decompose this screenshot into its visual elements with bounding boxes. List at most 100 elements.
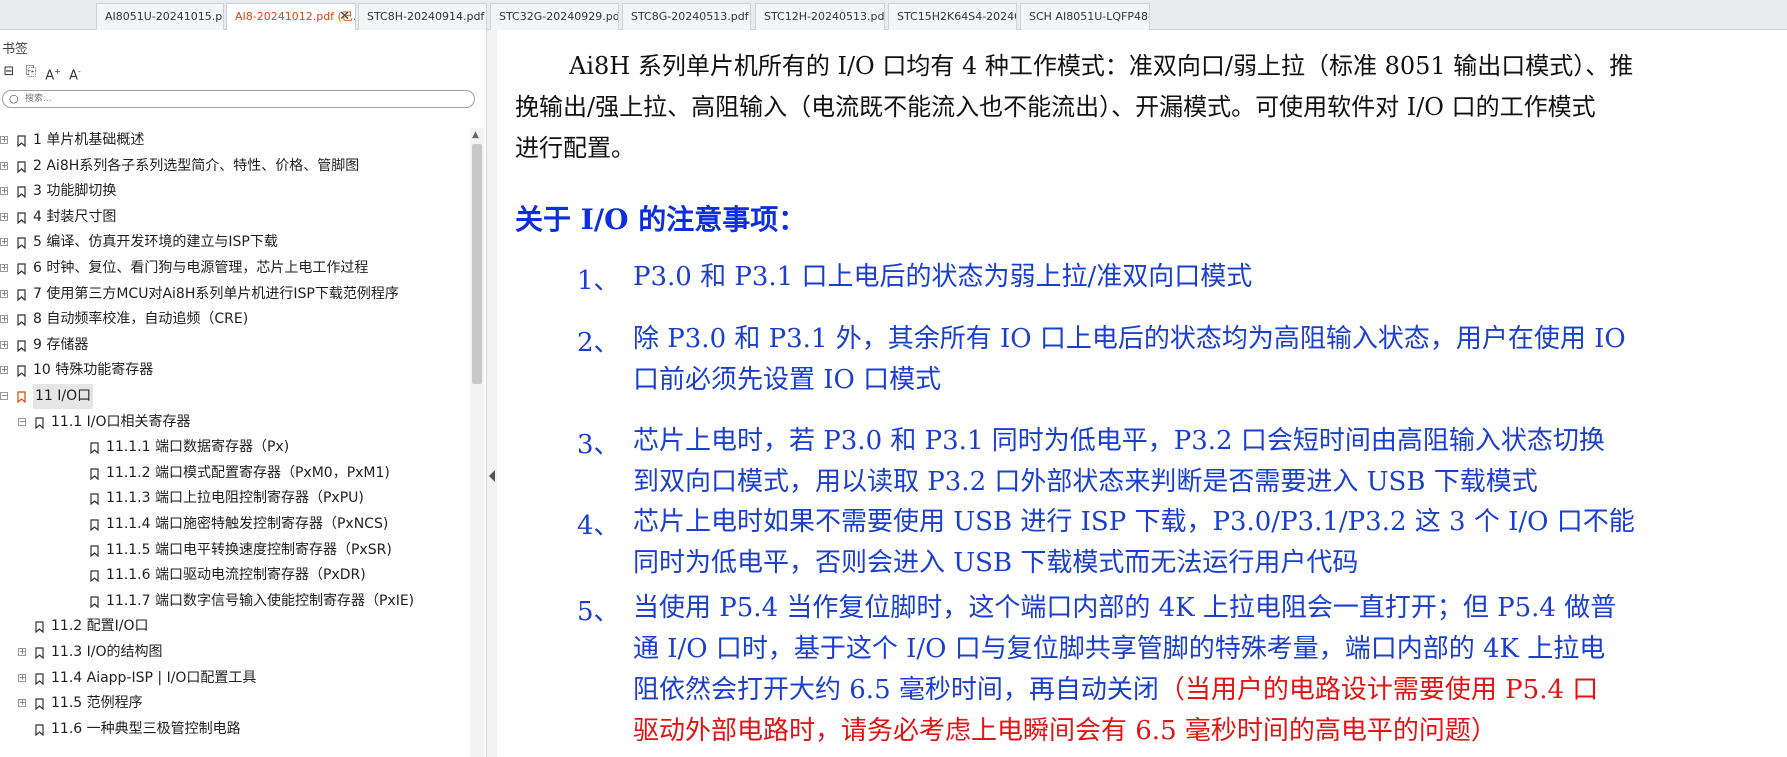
bookmark-icon [17, 391, 26, 403]
bookmark-label: 4 封装尺寸图 [33, 208, 117, 225]
item-5-line-3: 阻依然会打开大约 6.5 毫秒时间，再自动关闭（当用户的电路设计需要使用 P5.… [633, 670, 1783, 711]
expand-icon[interactable]: + [0, 289, 8, 298]
tab-stc8h[interactable]: STC8H-20240914.pdf (已... [358, 3, 487, 30]
item-5-line-2: 通 I/O 口时，基于这个 I/O 口与复位脚共享管脚的特殊考量，端口内部的 4… [633, 634, 1606, 664]
item-3-line-2: 到双向口模式，用以读取 P3.2 口外部状态来判断是否需要进入 USB 下载模式 [633, 467, 1538, 497]
bookmark-label: 11.4 Aiapp-ISP | I/O口配置工具 [51, 669, 257, 686]
tab-stc32g[interactable]: STC32G-20240929.pdf (... [490, 3, 619, 30]
bookmark-item[interactable]: +7 使用第三方MCU对Ai8H系列单片机进行ISP下载范例程序 [0, 282, 470, 307]
scroll-up-icon[interactable]: ▲ [472, 130, 479, 140]
bookmark-item[interactable]: +11.4 Aiapp-ISP | I/O口配置工具 [0, 666, 470, 691]
tab-stc15h[interactable]: STC15H2K64S4-20240514.... [888, 3, 1017, 30]
scrollbar[interactable]: ▲ [470, 128, 484, 757]
bookmark-icon [17, 237, 26, 250]
bookmark-label: 11 I/O口 [33, 384, 94, 409]
close-icon[interactable]: ✕ [339, 4, 350, 30]
intro-line-3: 进行配置。 [515, 134, 635, 162]
bookmark-label: 11.5 范例程序 [51, 695, 143, 712]
item-number: 5、 [577, 597, 620, 627]
bookmark-label: 11.1.6 端口驱动电流控制寄存器（PxDR) [106, 567, 366, 584]
tab-ai8-active[interactable]: AI8-20241012.pdf (已... ✕ [226, 3, 356, 31]
bookmark-item[interactable]: 11.1.1 端口数据寄存器（Px) [0, 435, 470, 460]
pdf-page: Ai8H 系列单片机所有的 I/O 口均有 4 种工作模式：准双向口/弱上拉（标… [497, 30, 1787, 757]
bookmark-item[interactable]: 11.1.6 端口驱动电流控制寄存器（PxDR) [0, 563, 470, 588]
bookmark-icon [17, 186, 26, 199]
bookmark-label: 11.6 一种典型三极管控制电路 [51, 720, 241, 737]
bookmark-icon [17, 263, 26, 275]
collapse-left-icon[interactable] [489, 470, 495, 482]
item-4-line-2: 同时为低电平，否则会进入 USB 下载模式而无法运行用户代码 [633, 548, 1359, 578]
bookmark-label: 11.1.2 端口模式配置寄存器（PxM0，PxM1) [106, 464, 390, 481]
search-icon: ○ [9, 92, 19, 105]
search-input[interactable] [25, 92, 465, 106]
intro-line-1: Ai8H 系列单片机所有的 I/O 口均有 4 种工作模式：准双向口/弱上拉（标… [569, 52, 1634, 80]
bookmark-icon [17, 212, 26, 224]
bookmark-item[interactable]: 11.1.2 端口模式配置寄存器（PxM0，PxM1) [0, 461, 470, 486]
expand-icon[interactable]: + [0, 161, 8, 170]
bookmark-item[interactable]: +5 编译、仿真开发环境的建立与ISP下载 [0, 230, 470, 255]
expand-icon[interactable]: + [0, 136, 8, 144]
bookmark-item[interactable]: +11.5 范例程序 [0, 691, 470, 716]
tab-label: STC8G-20240513.pdf (已... [631, 10, 750, 23]
bookmark-icon [90, 596, 99, 608]
bookmark-label: 11.1.1 端口数据寄存器（Px) [106, 439, 290, 456]
bookmark-icon [17, 365, 26, 378]
bookmark-search[interactable]: ○ [2, 90, 475, 108]
expand-icon[interactable]: + [18, 673, 26, 682]
expand-icon[interactable]: + [0, 264, 8, 272]
bookmark-item[interactable]: 11.1.3 端口上拉电阻控制寄存器（PxPU) [0, 486, 470, 511]
collapse-all-icon[interactable]: ⊟ [0, 63, 18, 81]
expand-icon[interactable]: + [18, 648, 26, 656]
expand-icon[interactable]: + [0, 187, 8, 196]
bookmark-label: 11.1.5 端口电平转换速度控制寄存器（PxSR) [106, 541, 392, 558]
tab-label: SCH AI8051U-LQFP48-89... [1029, 10, 1150, 23]
font-decrease-icon[interactable]: A- [66, 63, 84, 83]
bookmark-item[interactable]: − 11 I/O口 [0, 384, 470, 409]
bookmark-item[interactable]: +3 功能脚切换 [0, 179, 470, 204]
bookmark-item[interactable]: +10 特殊功能寄存器 [0, 358, 470, 383]
bookmark-item[interactable]: 11.1.7 端口数字信号输入使能控制寄存器（PxIE) [0, 589, 470, 614]
tab-stc8g[interactable]: STC8G-20240513.pdf (已... [622, 3, 751, 30]
expand-icon[interactable]: + [0, 366, 8, 375]
bookmark-item[interactable]: +9 存储器 [0, 333, 470, 358]
bookmark-item[interactable]: 11.6 一种典型三极管控制电路 [0, 717, 470, 742]
scrollbar-thumb[interactable] [472, 144, 482, 384]
bookmark-item[interactable]: +11.3 I/O的结构图 [0, 640, 470, 665]
bookmark-icon [35, 724, 44, 736]
item-number: 3、 [577, 430, 620, 460]
item-4-line-1: 芯片上电时如果不需要使用 USB 进行 ISP 下载，P3.0/P3.1/P3.… [633, 507, 1635, 537]
tab-sch-ai8051u[interactable]: SCH AI8051U-LQFP48-89... [1020, 3, 1150, 30]
bookmark-item[interactable]: +2 Ai8H系列各子系列选型简介、特性、价格、管脚图 [0, 154, 470, 179]
bookmark-item[interactable]: +6 时钟、复位、看门狗与电源管理，芯片上电工作过程 [0, 256, 470, 281]
bookmark-label: 11.1.4 端口施密特触发控制寄存器（PxNCS) [106, 516, 389, 532]
bookmark-label: 1 单片机基础概述 [33, 132, 145, 148]
collapse-icon[interactable]: − [0, 392, 8, 400]
bookmark-item[interactable]: − 11.1 I/O口相关寄存器 [0, 410, 470, 435]
item-1-line-1: P3.0 和 P3.1 口上电后的状态为弱上拉/准双向口模式 [633, 262, 1253, 292]
bookmark-item[interactable]: +1 单片机基础概述 [0, 128, 470, 153]
sidebar-collapse-handle[interactable] [487, 30, 497, 757]
bookmark-icon [35, 621, 44, 634]
bookmark-item[interactable]: 11.1.4 端口施密特触发控制寄存器（PxNCS) [0, 512, 470, 537]
bookmark-item[interactable]: 11.1.5 端口电平转换速度控制寄存器（PxSR) [0, 538, 470, 563]
collapse-icon[interactable]: − [18, 417, 26, 426]
expand-icon[interactable]: + [0, 340, 8, 349]
bookmark-icon [35, 647, 44, 659]
expand-icon[interactable]: + [0, 315, 8, 324]
bookmark-label: 11.3 I/O的结构图 [51, 644, 163, 660]
bookmark-icon [17, 340, 26, 352]
font-increase-icon[interactable]: A+ [44, 63, 62, 83]
expand-icon[interactable]: + [18, 699, 26, 708]
bookmark-icon [17, 314, 26, 327]
bookmark-item[interactable]: 11.2 配置I/O口 [0, 614, 470, 639]
bookmark-label: 11.1.7 端口数字信号输入使能控制寄存器（PxIE) [106, 592, 415, 609]
bookmark-item[interactable]: +4 封装尺寸图 [0, 205, 470, 230]
bookmark-add-icon[interactable]: ⎘ [22, 63, 40, 81]
expand-icon[interactable]: + [0, 212, 8, 221]
tab-label: STC8H-20240914.pdf (已... [367, 10, 486, 23]
item-5-line-3-text: 阻依然会打开大约 6.5 毫秒时间，再自动关闭 [633, 675, 1159, 705]
expand-icon[interactable]: + [0, 238, 8, 247]
tab-stc12h[interactable]: STC12H-20240513.pdf (... [755, 3, 885, 30]
bookmark-item[interactable]: +8 自动频率校准，自动追频（CRE) [0, 307, 470, 332]
tab-ai8051u[interactable]: AI8051U-20241015.pdf (... [96, 3, 224, 30]
